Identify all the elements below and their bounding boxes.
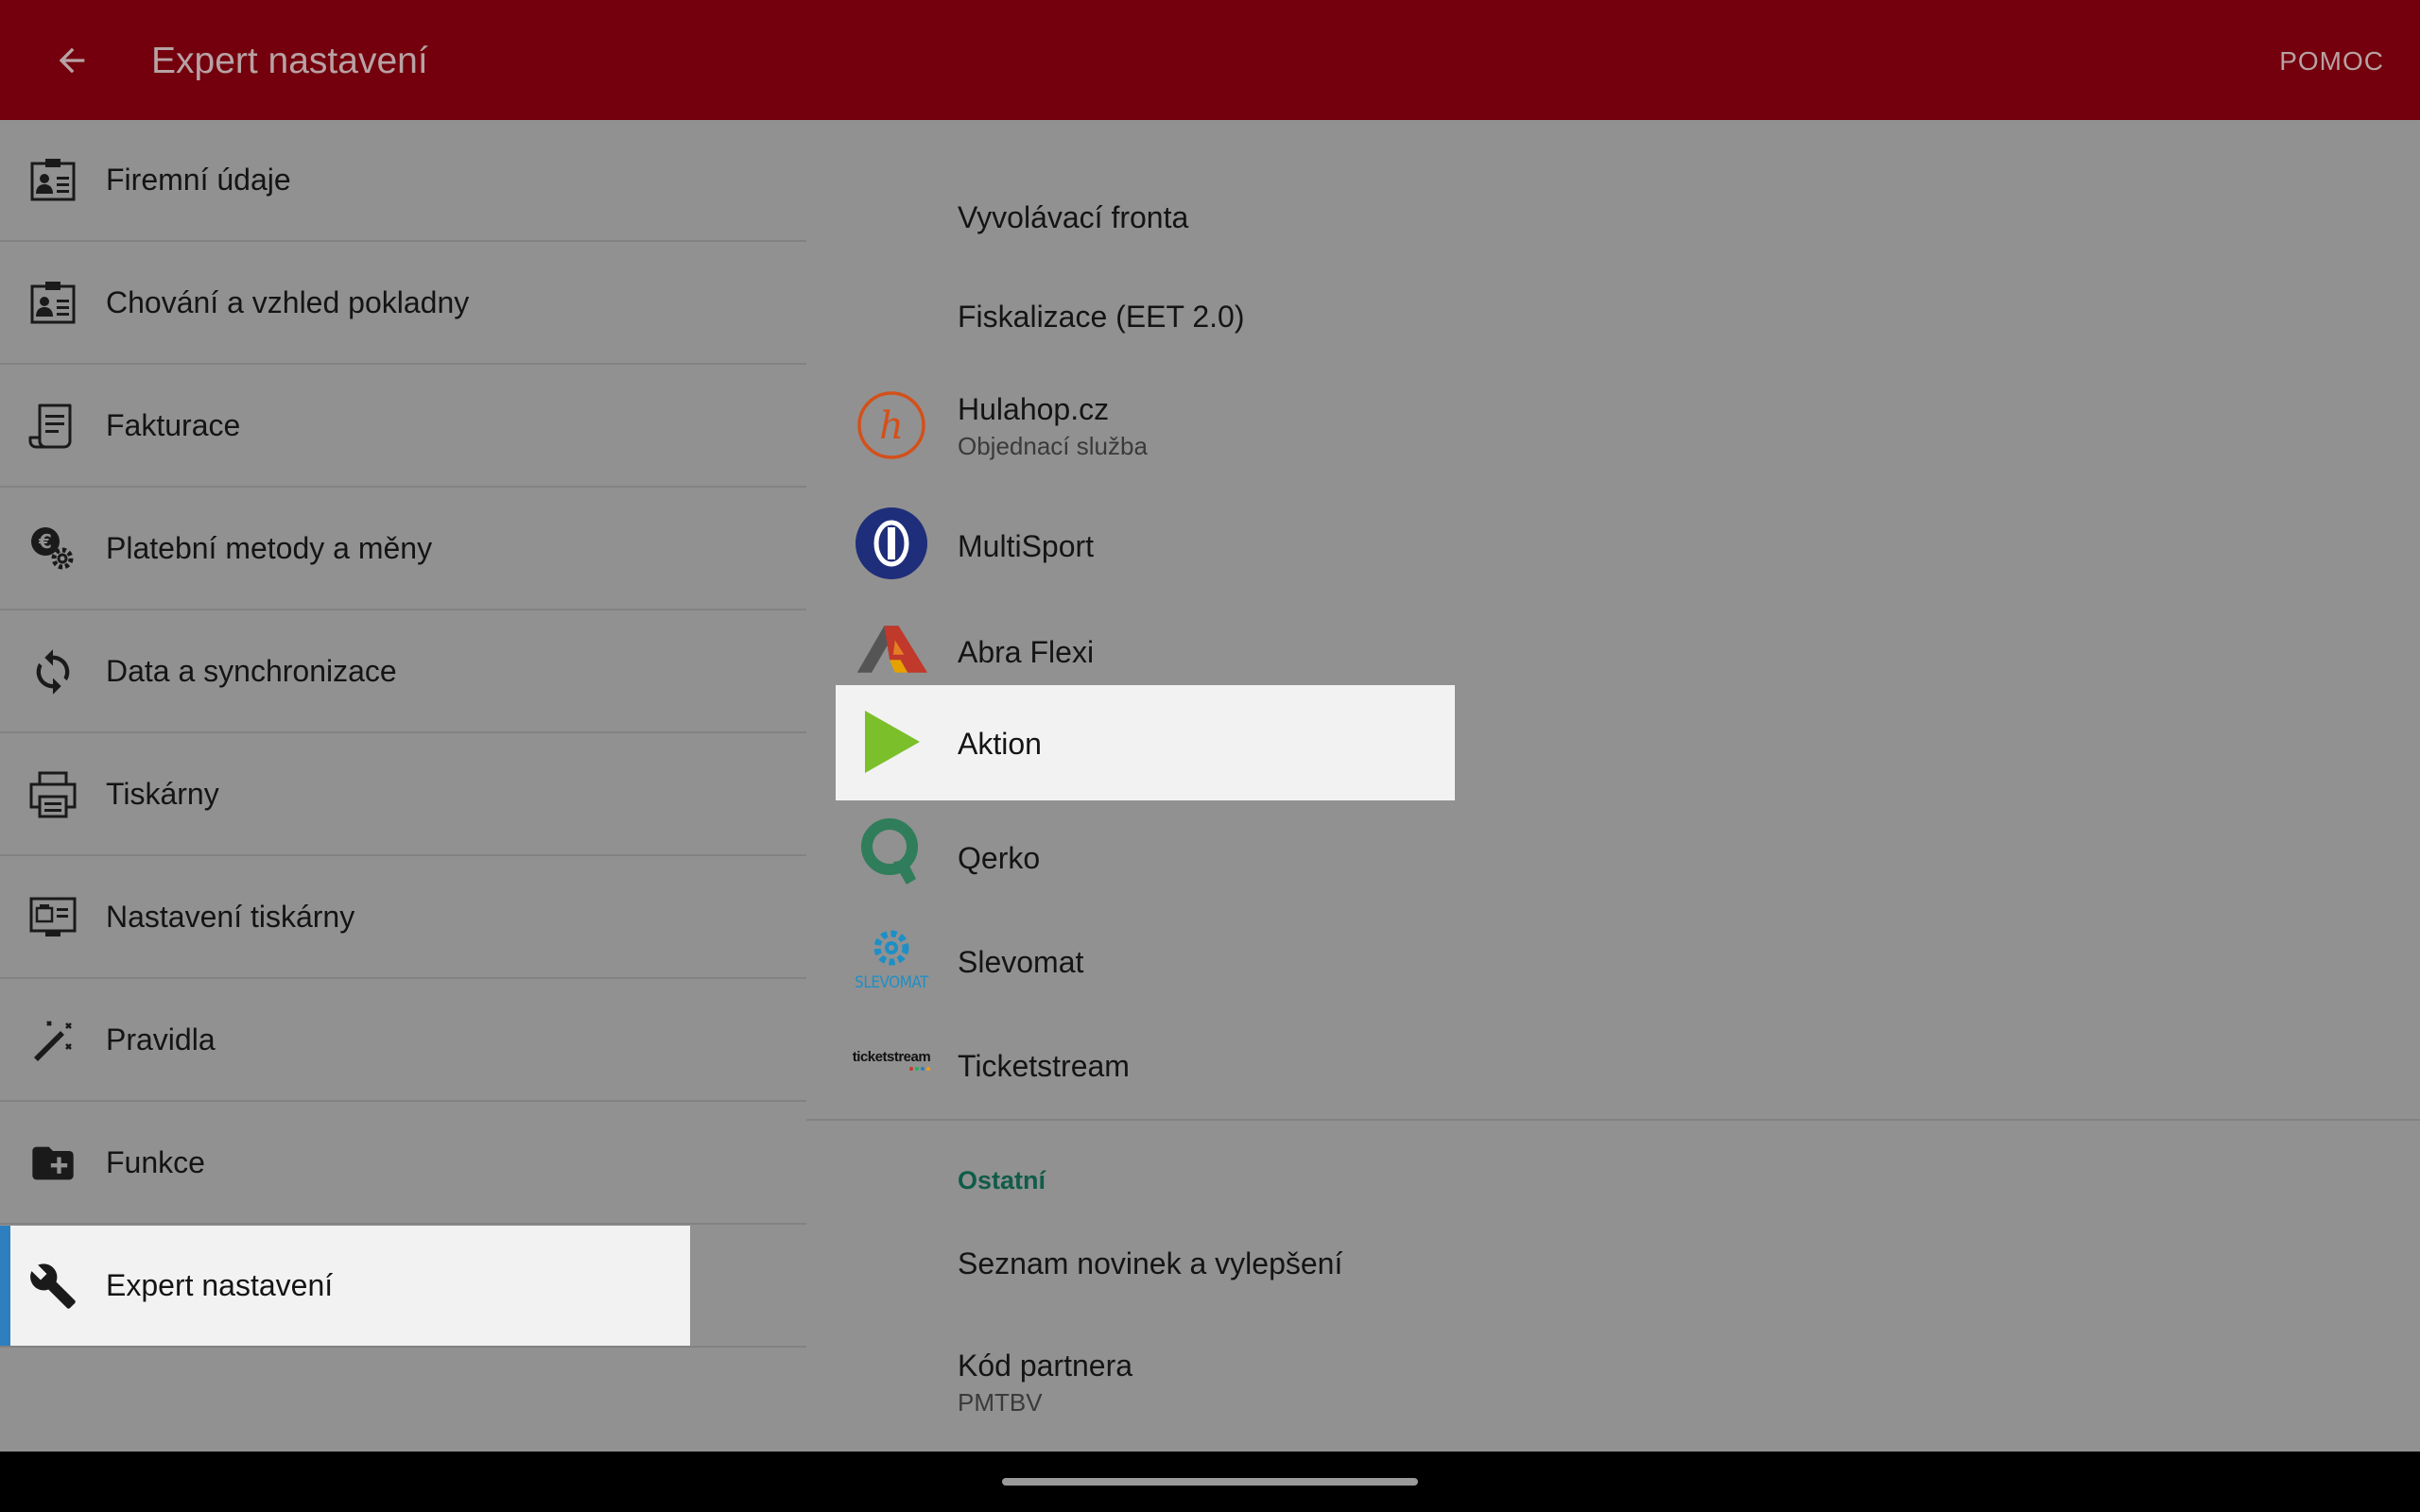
- sync-icon: [36, 648, 70, 695]
- list-item-ticketstream[interactable]: ticketstream Ticketstream: [806, 1013, 2420, 1108]
- printer-icon: [29, 771, 77, 817]
- back-button[interactable]: [38, 26, 106, 94]
- svg-text:€: €: [38, 530, 52, 553]
- euro-gear-icon: €: [31, 526, 74, 569]
- list-item-title: Qerko: [958, 841, 1041, 875]
- list-item-subtitle: Objednací služba: [958, 432, 1148, 460]
- ticketstream-logo-dots: [909, 1067, 930, 1071]
- sidebar-item-platebni-metody[interactable]: € Platební metody a měny: [0, 489, 806, 610]
- sidebar-item-tiskarny[interactable]: Tiskárny: [0, 734, 806, 856]
- sidebar-item-chovani-a-vzhled[interactable]: Chování a vzhled pokladny: [0, 243, 806, 365]
- page-title: Expert nastavení: [151, 41, 428, 81]
- selected-highlight: [0, 1226, 690, 1346]
- list-item-seznam-novinek[interactable]: Seznam novinek a vylepšení: [806, 1216, 2420, 1311]
- settings-sidebar: Firemní údaje Chování a vzhled pokladny: [0, 120, 806, 1452]
- list-item-multisport[interactable]: MultiSport: [806, 496, 2420, 591]
- sidebar-item-data-a-synchronizace[interactable]: Data a synchronizace: [0, 611, 806, 733]
- id-card-icon: [30, 158, 76, 200]
- list-item-title: Aktion: [958, 727, 1042, 761]
- settings-detail-list: Vyvolávací fronta Fiskalizace (EET 2.0) …: [806, 120, 2420, 1452]
- list-item-title: Abra Flexi: [958, 635, 1095, 669]
- sidebar-item-label: Data a synchronizace: [106, 654, 397, 688]
- wrench-icon: [30, 1263, 76, 1309]
- list-item-title: Seznam novinek a vylepšení: [958, 1246, 1343, 1280]
- sidebar-item-funkce[interactable]: Funkce: [0, 1103, 806, 1225]
- invoice-icon: [28, 404, 72, 448]
- sidebar-item-fakturace[interactable]: Fakturace: [0, 366, 806, 488]
- svg-text:h: h: [879, 404, 904, 448]
- list-item-hulahop[interactable]: h Hulahop.cz Objednací služba: [806, 373, 2420, 477]
- sidebar-item-label: Nastavení tiskárny: [106, 900, 355, 934]
- sidebar-item-label: Chování a vzhled pokladny: [106, 285, 470, 319]
- list-item-aktion[interactable]: Aktion: [806, 685, 2420, 800]
- hulahop-logo-icon: h: [854, 387, 929, 463]
- printer-settings-icon: [29, 897, 77, 936]
- abra-flexi-logo-icon: [854, 611, 929, 687]
- list-item-slevomat[interactable]: SLEVOMAT Slevomat: [806, 909, 2420, 1004]
- sidebar-item-label: Funkce: [106, 1145, 205, 1179]
- sidebar-item-label: Tiskárny: [106, 777, 219, 811]
- ticketstream-logo-text: ticketstream: [852, 1049, 931, 1065]
- sidebar-item-label: Pravidla: [106, 1022, 216, 1057]
- section-header-ostatni: Ostatní: [958, 1166, 1046, 1194]
- list-item-title: Kód partnera: [958, 1349, 1133, 1383]
- list-item-title: Hulahop.cz: [958, 392, 1110, 426]
- list-item-qerko[interactable]: Qerko: [806, 805, 2420, 900]
- list-item-title: Slevomat: [958, 945, 1084, 979]
- content-area: Firemní údaje Chování a vzhled pokladny: [0, 120, 2420, 1452]
- list-item-fiskalizace[interactable]: Fiskalizace (EET 2.0): [806, 276, 2420, 361]
- magic-wand-icon: [34, 1020, 72, 1061]
- id-card-icon: [30, 281, 76, 323]
- sidebar-item-label: Platební metody a měny: [106, 531, 433, 565]
- list-item-title: Fiskalizace (EET 2.0): [958, 300, 1245, 334]
- slevomat-logo-text: SLEVOMAT: [855, 973, 928, 992]
- sidebar-item-label: Expert nastavení: [106, 1268, 334, 1302]
- ticketstream-logo-icon: ticketstream: [849, 1022, 934, 1098]
- qerko-logo-icon: [854, 815, 929, 890]
- sidebar-item-expert-nastaveni[interactable]: Expert nastavení: [0, 1226, 806, 1348]
- app-bar: Expert nastavení POMOC: [0, 0, 2420, 120]
- folder-add-icon: [32, 1146, 74, 1179]
- slevomat-logo-icon: SLEVOMAT: [854, 919, 929, 994]
- list-item-vyvolavaci-fronta[interactable]: Vyvolávací fronta: [806, 177, 2420, 262]
- home-gesture-handle[interactable]: [1002, 1478, 1418, 1486]
- aktion-logo-icon: [854, 704, 929, 780]
- sidebar-item-firemni-udaje[interactable]: Firemní údaje: [0, 120, 806, 242]
- list-item-abra-flexi[interactable]: Abra Flexi: [806, 602, 2420, 696]
- list-item-subtitle: PMTBV: [958, 1388, 1043, 1417]
- help-button[interactable]: POMOC: [2279, 0, 2384, 123]
- sidebar-item-nastaveni-tiskarny[interactable]: Nastavení tiskárny: [0, 857, 806, 979]
- list-item-title: MultiSport: [958, 529, 1095, 563]
- section-divider: [806, 1119, 2420, 1121]
- sidebar-item-pravidla[interactable]: Pravidla: [0, 980, 806, 1102]
- system-navigation-bar: [0, 1452, 2420, 1512]
- sidebar-item-label: Fakturace: [106, 408, 241, 442]
- list-item-kod-partnera[interactable]: Kód partnera PMTBV: [806, 1320, 2420, 1434]
- multisport-logo-icon: [854, 506, 929, 581]
- selected-indicator: [0, 1226, 10, 1346]
- arrow-back-icon: [59, 47, 85, 74]
- list-item-title: Ticketstream: [958, 1049, 1130, 1083]
- list-item-title: Vyvolávací fronta: [958, 200, 1189, 234]
- sidebar-item-label: Firemní údaje: [106, 163, 291, 197]
